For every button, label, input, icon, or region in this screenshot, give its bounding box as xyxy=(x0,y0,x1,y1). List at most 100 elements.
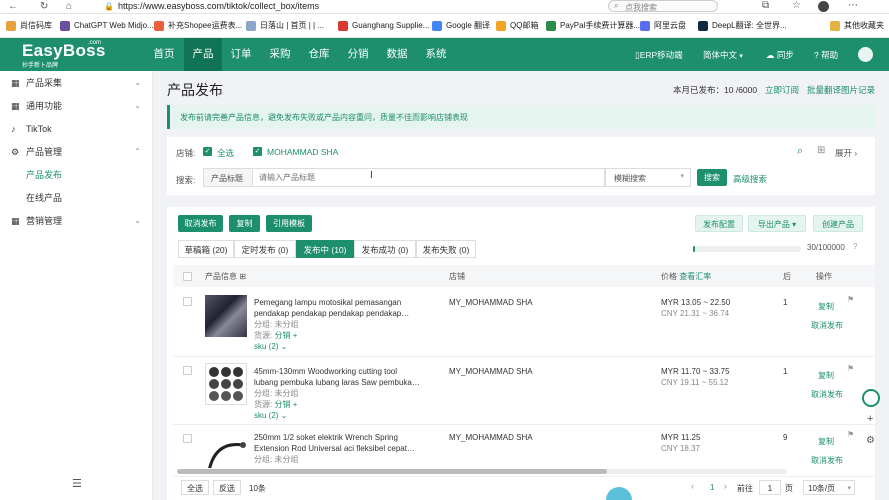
nav-distribution[interactable]: 分销 xyxy=(340,38,376,71)
export-products-button[interactable]: 导出产品 ▾ xyxy=(748,215,806,232)
store-checkbox[interactable]: ✓ xyxy=(253,147,262,156)
bookmark-11[interactable]: 其他收藏夹 xyxy=(830,19,884,33)
bookmark-5[interactable]: Guanghang Supplie... xyxy=(338,19,429,33)
sidebar-item-online-products[interactable]: 在线产品 xyxy=(0,187,153,209)
tab-failed[interactable]: 发布失败 (0) xyxy=(416,240,476,258)
profile-icon[interactable] xyxy=(818,1,829,12)
row-copy-action[interactable]: 复制 xyxy=(818,436,834,447)
help-icon[interactable]: ? xyxy=(853,242,857,251)
product-thumbnail[interactable] xyxy=(205,363,247,405)
create-product-button[interactable]: 创建产品 xyxy=(813,215,863,232)
expand-toggle[interactable]: 展开 › xyxy=(835,147,857,159)
row-copy-action[interactable]: 复制 xyxy=(818,301,834,312)
user-avatar[interactable] xyxy=(858,47,873,62)
nav-products[interactable]: 产品 xyxy=(184,38,222,71)
favorites-icon[interactable]: ☆ xyxy=(792,0,801,11)
current-page[interactable]: 1 xyxy=(710,483,714,492)
brand-logo[interactable]: EasyBoss .com 抄手新卜品牌 xyxy=(22,40,106,69)
add-icon[interactable]: + xyxy=(293,331,298,340)
bookmark-3[interactable]: 补充Shopee运费表... xyxy=(154,19,242,33)
more-icon[interactable]: ⋯ xyxy=(848,0,858,11)
bookmark-8[interactable]: PayPal手续费计算器... xyxy=(546,19,640,33)
tab-scheduled[interactable]: 定时发布 (0) xyxy=(234,240,296,258)
nav-home[interactable]: 首页 xyxy=(146,38,182,71)
product-thumbnail[interactable] xyxy=(205,431,247,468)
product-title-line-1[interactable]: Pemegang lampu motosikal pemasangan xyxy=(254,297,401,308)
page-size-select[interactable]: 10条/页 ▾ xyxy=(803,480,855,495)
horizontal-scrollbar[interactable] xyxy=(177,469,787,474)
header-checkbox[interactable] xyxy=(183,272,192,281)
nav-orders[interactable]: 订单 xyxy=(223,38,259,71)
add-icon[interactable]: + xyxy=(867,413,873,425)
nav-data[interactable]: 数据 xyxy=(379,38,415,71)
product-title-line-1[interactable]: 45mm-130mm Woodworking cutting tool xyxy=(254,366,397,377)
sidebar-item-common[interactable]: ▦ 通用功能 ⌄ xyxy=(0,95,153,117)
reload-icon[interactable]: ↻ xyxy=(40,1,48,12)
copy-button[interactable]: 复制 xyxy=(229,215,260,232)
url-bar[interactable]: https://www.easyboss.com/tiktok/collect_… xyxy=(118,1,319,11)
language-select[interactable]: 简体中文 ▾ xyxy=(703,49,743,61)
subscribe-link[interactable]: 立即订阅 xyxy=(765,84,799,96)
tab-drafts[interactable]: 草稿箱 (20) xyxy=(178,240,234,258)
home-icon[interactable]: ⌂ xyxy=(66,1,72,12)
next-page-icon[interactable]: › xyxy=(724,481,727,491)
flag-icon[interactable]: ⚑ xyxy=(847,295,854,304)
cancel-publish-button[interactable]: 取消发布 xyxy=(178,215,223,232)
search-input[interactable] xyxy=(253,168,605,187)
footer-select-all-button[interactable]: 全选 xyxy=(181,480,209,495)
advanced-search-link[interactable]: 高级搜索 xyxy=(733,173,767,185)
bookmark-10[interactable]: DeepL翻译: 全世界... xyxy=(698,19,787,33)
add-icon[interactable]: + xyxy=(293,400,298,409)
product-title-line-2[interactable]: Extension Rod Universal aci fleksibel ce… xyxy=(254,443,415,454)
publish-config-button[interactable]: 发布配置 xyxy=(695,215,743,232)
scrollbar-thumb[interactable] xyxy=(177,469,607,474)
search-icon[interactable]: ⌕ xyxy=(797,145,803,158)
extensions-icon[interactable]: ⧉ xyxy=(762,0,769,11)
search-mode-select[interactable]: 模糊搜索 ▾ xyxy=(605,168,691,187)
flag-icon[interactable]: ⚑ xyxy=(847,364,854,373)
bookmark-6[interactable]: Google 翻译 xyxy=(432,19,490,33)
bookmark-7[interactable]: QQ邮箱 xyxy=(496,19,538,33)
row-copy-action[interactable]: 复制 xyxy=(818,370,834,381)
erp-mobile-link[interactable]: ▯ERP移动端 xyxy=(635,49,683,61)
settings-icon[interactable]: ⚙ xyxy=(866,435,875,446)
back-icon[interactable]: ← xyxy=(8,1,18,12)
sku-toggle[interactable]: sku (2) ⌄ xyxy=(254,410,287,421)
flag-icon[interactable]: ⚑ xyxy=(847,430,854,439)
product-title-line-2[interactable]: pendakap pendakap pendakap pendakap… xyxy=(254,308,409,319)
bookmark-2[interactable]: ChatGPT Web Midjo... xyxy=(60,19,154,33)
row-cancel-publish-action[interactable]: 取消发布 xyxy=(811,455,843,466)
bookmark-9[interactable]: 阿里云盘 xyxy=(640,19,686,33)
product-thumbnail[interactable] xyxy=(205,295,247,337)
nav-purchase[interactable]: 采购 xyxy=(262,38,298,71)
sidebar-item-product-management[interactable]: ⚙ 产品管理 ⌃ xyxy=(0,141,153,163)
batch-translate-link[interactable]: 批量翻译图片记录 xyxy=(807,84,875,96)
select-all-checkbox[interactable]: ✓ xyxy=(203,147,212,156)
expand-icon[interactable]: ⊞ xyxy=(239,272,246,281)
assistant-avatar[interactable] xyxy=(862,389,880,407)
product-title-line-1[interactable]: 250mm 1/2 soket elektrik Wrench Spring xyxy=(254,432,398,443)
sku-toggle[interactable]: sku (2) ⌄ xyxy=(254,341,287,352)
tab-publishing[interactable]: 发布中 (10) xyxy=(296,240,354,258)
qr-icon[interactable]: ⊞ xyxy=(817,145,825,156)
tab-published[interactable]: 发布成功 (0) xyxy=(354,240,416,258)
nav-warehouse[interactable]: 仓库 xyxy=(301,38,337,71)
row-cancel-publish-action[interactable]: 取消发布 xyxy=(811,389,843,400)
help-button[interactable]: ? 帮助 xyxy=(814,49,838,61)
exchange-rate-link[interactable]: 查看汇率 xyxy=(679,272,711,281)
product-title-line-2[interactable]: lubang pembuka lubang laras Saw pembuka… xyxy=(254,377,420,388)
goto-page-input[interactable]: 1 xyxy=(759,480,781,495)
bookmark-4[interactable]: 日落山 | 首页 | | ... xyxy=(246,19,324,33)
browser-search-box[interactable]: ⌕ 点我搜索 xyxy=(608,0,718,12)
row-cancel-publish-action[interactable]: 取消发布 xyxy=(811,320,843,331)
row-checkbox[interactable] xyxy=(183,434,192,443)
sidebar-item-tiktok[interactable]: ♪ TikTok xyxy=(0,118,153,140)
quote-template-button[interactable]: 引用模板 xyxy=(266,215,312,232)
prev-page-icon[interactable]: ‹ xyxy=(691,481,694,491)
nav-system[interactable]: 系统 xyxy=(418,38,454,71)
row-checkbox[interactable] xyxy=(183,297,192,306)
sidebar-item-marketing[interactable]: ▦ 营销管理 ⌄ xyxy=(0,210,153,232)
sidebar-item-product-publish[interactable]: 产品发布 xyxy=(0,164,153,186)
collapse-menu-icon[interactable]: ☰ xyxy=(72,477,82,490)
search-button[interactable]: 搜索 xyxy=(697,169,727,186)
